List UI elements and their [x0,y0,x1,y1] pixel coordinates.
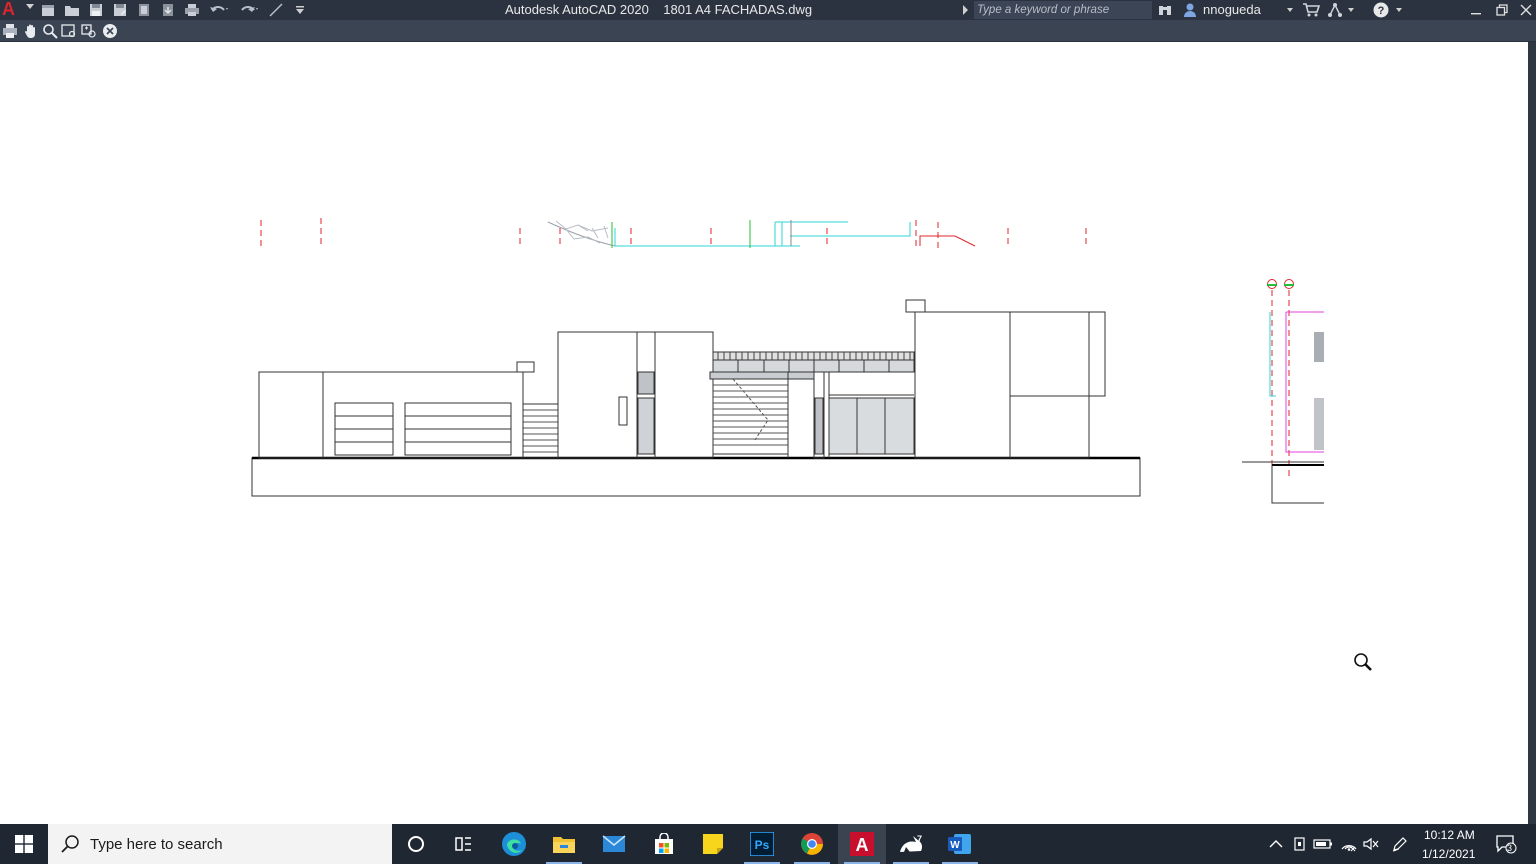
start-button[interactable] [0,824,48,864]
save-to-web-icon[interactable] [156,0,180,20]
user-icon[interactable] [1183,1,1197,19]
plot-icon[interactable] [180,0,204,20]
cart-icon[interactable] [1302,1,1320,19]
photoshop-label: Ps [755,838,770,852]
edge-icon[interactable] [490,824,538,864]
windows-taskbar: Ps A 7 W [0,824,1536,864]
print-icon[interactable] [1,22,19,40]
zoom-window-icon[interactable] [60,22,78,40]
ground-line [251,456,1141,497]
chevron-down-icon [26,4,34,9]
rhino-icon[interactable]: 7 [887,824,935,864]
zoom-icon[interactable] [41,22,59,40]
search-icon [61,835,79,853]
undo-icon[interactable] [204,0,234,20]
chrome-icon[interactable] [788,824,836,864]
search-expand-icon[interactable] [963,5,968,15]
help-icon[interactable]: ? [1373,1,1389,19]
application-menu-button[interactable]: A [0,0,36,20]
plot-preview-canvas[interactable] [0,42,1536,824]
pen-workspace-icon[interactable] [1390,834,1410,854]
file-name: 1801 A4 FACHADAS.dwg [663,2,813,17]
quick-access-toolbar: A [0,0,312,20]
pan-icon[interactable] [22,22,40,40]
open-from-web-icon[interactable] [132,0,156,20]
file-explorer-icon[interactable] [540,824,588,864]
canvas-border [1528,42,1536,824]
taskbar-search-input[interactable] [90,835,370,853]
plan-fragment [547,220,976,248]
side-elevation-fragment [1242,279,1324,504]
window-title: Autodesk AutoCAD 2020 1801 A4 FACHADAS.d… [505,2,812,17]
autocad-window: A Autodesk AutoCAD 2020 1801 A4 FACHADAS… [0,0,1536,864]
house-elevation [258,299,1106,459]
word-label: W [950,840,960,851]
sticky-notes-icon[interactable] [689,824,737,864]
binoculars-icon[interactable] [1157,1,1173,19]
customize-dropdown-icon[interactable] [288,0,312,20]
device-icon[interactable] [1290,834,1310,854]
share-chevron-down-icon[interactable] [1348,8,1354,12]
store-icon[interactable] [640,824,688,864]
user-menu-chevron-down-icon[interactable] [1287,8,1293,12]
zoom-cursor-icon [1354,653,1372,671]
save-icon[interactable] [84,0,108,20]
zoom-original-icon[interactable] [80,22,98,40]
plot-preview-toolbar [0,20,1536,42]
user-name[interactable]: nnogueda [1203,2,1261,17]
redo-icon[interactable] [234,0,264,20]
svg-text:?: ? [1378,5,1385,17]
autocad-icon[interactable]: A [838,824,886,864]
close-preview-icon[interactable] [101,22,119,40]
open-icon[interactable] [60,0,84,20]
share-icon[interactable] [1327,1,1343,19]
show-hidden-icons-chevron-up-icon[interactable] [1266,834,1286,854]
photoshop-icon[interactable]: Ps [738,824,786,864]
clock-date[interactable]: 1/12/2021 [1422,847,1475,861]
match-properties-icon[interactable] [264,0,288,20]
save-as-icon[interactable] [108,0,132,20]
rhino-label: 7 [917,834,922,844]
section-marks [260,218,1087,248]
new-icon[interactable] [36,0,60,20]
volume-muted-icon[interactable] [1361,834,1381,854]
elevation-drawing [251,218,1324,504]
windows-logo-icon [15,835,33,853]
cortana-icon[interactable] [392,824,440,864]
taskbar-search[interactable] [48,824,392,864]
product-name: Autodesk AutoCAD 2020 [505,2,649,17]
minimize-icon[interactable] [1463,0,1489,20]
task-view-icon[interactable] [440,824,488,864]
wifi-icon[interactable] [1339,834,1359,854]
autocad-logo-icon: A [2,0,15,19]
autocad-label: A [856,835,869,855]
clock-time[interactable]: 10:12 AM [1424,828,1475,842]
word-icon[interactable]: W [936,824,984,864]
keyword-search-input[interactable] [974,1,1152,19]
notification-count: 3 [1507,843,1513,853]
notification-center-icon[interactable]: 3 [1494,834,1518,854]
mail-icon[interactable] [590,824,638,864]
battery-icon[interactable] [1313,834,1333,854]
help-chevron-down-icon[interactable] [1396,8,1402,12]
restore-icon[interactable] [1489,0,1515,20]
close-window-icon[interactable] [1513,0,1536,20]
title-bar: A Autodesk AutoCAD 2020 1801 A4 FACHADAS… [0,0,1536,20]
